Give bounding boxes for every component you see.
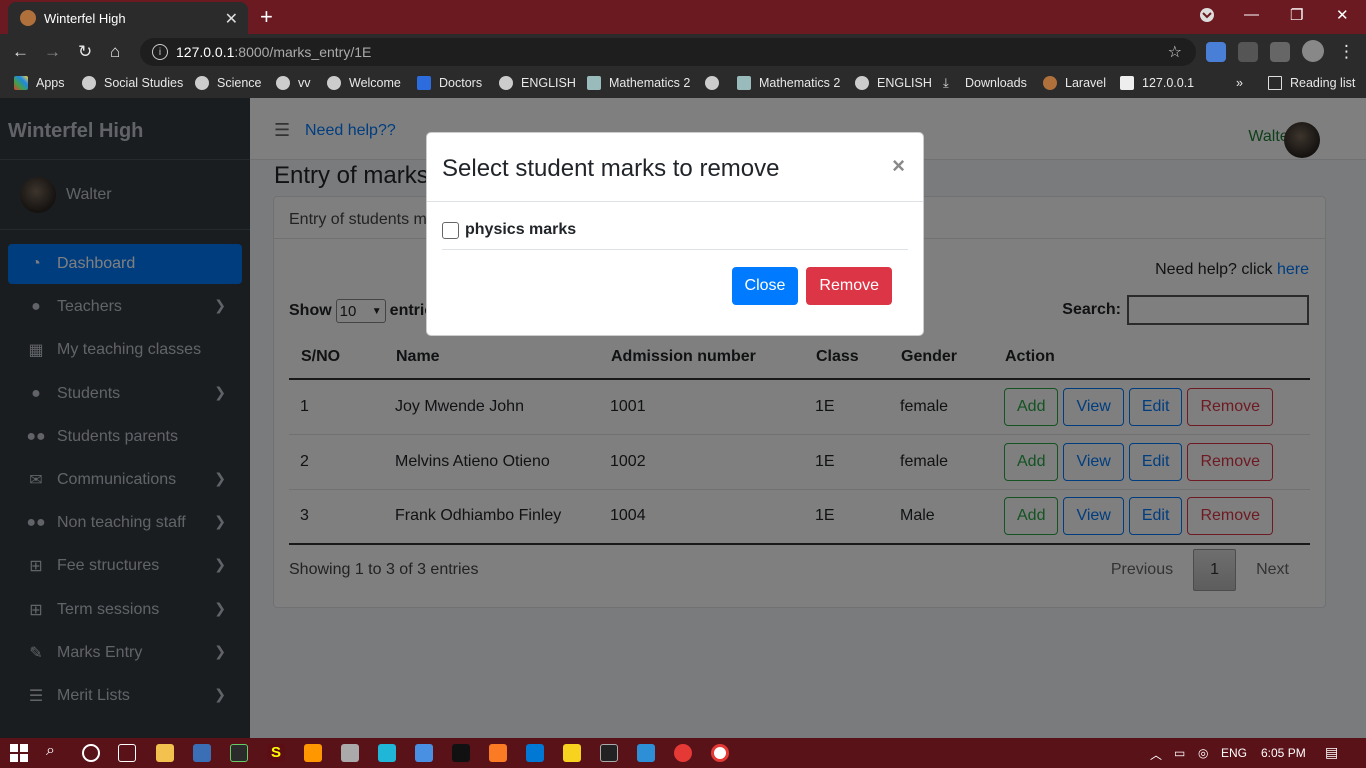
reading-list-icon xyxy=(1268,76,1282,90)
bookmark-item[interactable]: vv xyxy=(276,76,311,90)
bookmark-item[interactable]: Mathematics 2 xyxy=(737,76,840,90)
app-icon[interactable]: S xyxy=(267,744,285,762)
app-icon[interactable] xyxy=(193,744,211,762)
modal-header: Select student marks to remove × xyxy=(427,133,923,202)
forward-icon[interactable]: → xyxy=(44,42,61,62)
new-tab-button[interactable]: + xyxy=(260,4,273,30)
database-icon[interactable] xyxy=(341,744,359,762)
site-info-icon[interactable]: i xyxy=(152,44,168,60)
doctors-icon xyxy=(417,76,431,90)
site-favicon-icon xyxy=(20,10,36,26)
vscode-icon[interactable] xyxy=(526,744,544,762)
tab-close-icon[interactable]: ✕ xyxy=(225,9,238,29)
minimize-icon[interactable]: — xyxy=(1244,6,1259,23)
bookmark-item[interactable]: Mathematics 2 xyxy=(587,76,690,90)
globe-icon xyxy=(499,76,513,90)
search-icon[interactable]: ⌕ xyxy=(46,742,64,760)
windows-start-icon[interactable] xyxy=(10,744,28,762)
browser-tab[interactable]: Winterfel High ✕ xyxy=(8,2,248,34)
url-path: :8000/marks_entry/1E xyxy=(234,44,372,60)
notifications-icon[interactable]: ▤ xyxy=(1325,744,1338,761)
bookmark-item[interactable]: ⤓ Downloads xyxy=(943,75,1027,91)
bookmark-star-icon[interactable]: ☆ xyxy=(1168,42,1182,62)
kicd-icon xyxy=(737,76,751,90)
remove-marks-modal: Select student marks to remove × physics… xyxy=(426,132,924,336)
globe-icon xyxy=(327,76,341,90)
globe-icon xyxy=(855,76,869,90)
globe-icon xyxy=(195,76,209,90)
laravel-icon xyxy=(1043,76,1057,90)
kicd-icon xyxy=(587,76,601,90)
apps-grid-icon xyxy=(14,76,28,90)
app-icon[interactable] xyxy=(563,744,581,762)
close-icon[interactable]: × xyxy=(892,153,905,179)
checkbox-label: physics marks xyxy=(465,221,577,238)
bookmark-item[interactable]: Doctors xyxy=(417,76,482,90)
tab-search-icon[interactable] xyxy=(1198,6,1216,28)
task-view-icon[interactable] xyxy=(118,744,136,762)
tiktok-icon[interactable] xyxy=(452,744,470,762)
home-icon[interactable]: ⌂ xyxy=(110,42,120,62)
url-host: 127.0.0.1 xyxy=(176,44,235,60)
close-button[interactable]: Close xyxy=(731,267,799,305)
modal-footer: Close Remove xyxy=(724,267,892,305)
download-icon: ⤓ xyxy=(943,75,949,90)
address-toolbar: ← → ↻ ⌂ i 127.0.0.1:8000/marks_entry/1E … xyxy=(0,34,1366,70)
sublime-icon[interactable] xyxy=(304,744,322,762)
bookmark-item[interactable]: ENGLISH xyxy=(499,76,576,90)
bookmarks-more[interactable]: » xyxy=(1236,76,1243,90)
bookmark-item[interactable]: Laravel xyxy=(1043,76,1106,90)
notepad-icon[interactable] xyxy=(415,744,433,762)
reload-icon[interactable]: ↻ xyxy=(78,42,92,62)
back-icon[interactable]: ← xyxy=(12,42,29,62)
language-indicator[interactable]: ENG xyxy=(1221,746,1247,760)
bookmarks-bar: Apps Social Studies Science vv Welcome D… xyxy=(0,70,1366,98)
bookmark-item[interactable]: ENGLISH xyxy=(855,76,932,90)
menu-kebab-icon[interactable]: ⋮ xyxy=(1338,42,1355,62)
chrome-icon[interactable] xyxy=(674,744,692,762)
url-bar[interactable]: i 127.0.0.1:8000/marks_entry/1E ☆ xyxy=(140,38,1196,66)
translate-extension-icon[interactable] xyxy=(1206,42,1226,62)
bookmark-item[interactable]: Social Studies xyxy=(82,76,183,90)
photos-icon[interactable] xyxy=(637,744,655,762)
remove-button[interactable]: Remove xyxy=(806,267,892,305)
chevron-up-icon[interactable]: ︿ xyxy=(1150,746,1162,763)
bookmark-item[interactable]: Science xyxy=(195,76,261,90)
physics-marks-checkbox[interactable] xyxy=(442,221,459,239)
bookmark-item[interactable] xyxy=(705,76,727,90)
reading-list[interactable]: Reading list xyxy=(1268,76,1355,90)
modal-body: physics marks xyxy=(427,202,923,250)
profile-avatar-icon[interactable] xyxy=(1302,40,1324,62)
recorder-icon[interactable] xyxy=(711,744,729,762)
globe-icon xyxy=(276,76,290,90)
bookmark-apps[interactable]: Apps xyxy=(14,76,65,90)
marks-checkbox-row[interactable]: physics marks xyxy=(442,221,908,250)
globe-icon xyxy=(705,76,719,90)
windows-taskbar: ⌕ S ︿ ▭ ◎ ENG 6:05 PM ▤ xyxy=(0,738,1366,768)
file-explorer-icon[interactable] xyxy=(156,744,174,762)
xampp-icon[interactable] xyxy=(489,744,507,762)
terminal-icon[interactable] xyxy=(600,744,618,762)
maximize-icon[interactable]: ❐ xyxy=(1290,6,1303,24)
app-icon[interactable] xyxy=(378,744,396,762)
bookmark-item[interactable]: Welcome xyxy=(327,76,401,90)
modal-title: Select student marks to remove xyxy=(442,155,780,182)
pycharm-icon[interactable] xyxy=(230,744,248,762)
cortana-icon[interactable] xyxy=(82,744,100,762)
battery-icon[interactable]: ▭ xyxy=(1174,746,1185,760)
clock[interactable]: 6:05 PM xyxy=(1261,746,1306,760)
localhost-icon xyxy=(1120,76,1134,90)
network-icon[interactable]: ◎ xyxy=(1198,746,1208,760)
browser-tab-bar: Winterfel High ✕ + — ❐ ✕ xyxy=(0,0,1366,34)
tab-title: Winterfel High xyxy=(44,10,126,26)
window-close-icon[interactable]: ✕ xyxy=(1336,6,1349,24)
globe-icon xyxy=(82,76,96,90)
cube-extension-icon[interactable] xyxy=(1238,42,1258,62)
bookmark-item[interactable]: 127.0.0.1 xyxy=(1120,76,1194,90)
extensions-puzzle-icon[interactable] xyxy=(1270,42,1290,62)
